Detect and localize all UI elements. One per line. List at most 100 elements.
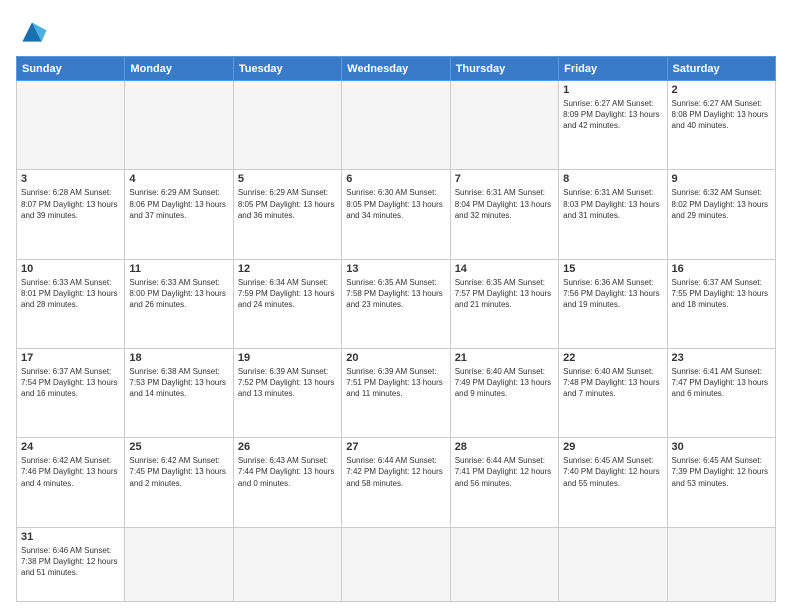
day-info: Sunrise: 6:38 AM Sunset: 7:53 PM Dayligh… xyxy=(129,366,228,400)
calendar-cell xyxy=(559,527,667,601)
calendar-cell: 9Sunrise: 6:32 AM Sunset: 8:02 PM Daylig… xyxy=(667,170,775,259)
calendar-cell xyxy=(17,81,125,170)
calendar-cell xyxy=(233,81,341,170)
calendar-cell: 19Sunrise: 6:39 AM Sunset: 7:52 PM Dayli… xyxy=(233,348,341,437)
calendar-cell: 3Sunrise: 6:28 AM Sunset: 8:07 PM Daylig… xyxy=(17,170,125,259)
day-number: 10 xyxy=(21,263,120,275)
day-number: 21 xyxy=(455,352,554,364)
day-info: Sunrise: 6:39 AM Sunset: 7:52 PM Dayligh… xyxy=(238,366,337,400)
weekday-header-sunday: Sunday xyxy=(17,57,125,81)
day-number: 1 xyxy=(563,84,662,96)
day-info: Sunrise: 6:27 AM Sunset: 8:09 PM Dayligh… xyxy=(563,98,662,132)
calendar-cell: 7Sunrise: 6:31 AM Sunset: 8:04 PM Daylig… xyxy=(450,170,558,259)
day-number: 26 xyxy=(238,441,337,453)
day-number: 24 xyxy=(21,441,120,453)
day-number: 31 xyxy=(21,531,120,543)
day-info: Sunrise: 6:29 AM Sunset: 8:05 PM Dayligh… xyxy=(238,187,337,221)
day-number: 5 xyxy=(238,173,337,185)
calendar-cell xyxy=(125,527,233,601)
weekday-header-monday: Monday xyxy=(125,57,233,81)
day-number: 12 xyxy=(238,263,337,275)
calendar-cell: 1 Sunrise: 6:27 AM Sunset: 8:09 PM Daylig… xyxy=(559,81,667,170)
weekday-header-wednesday: Wednesday xyxy=(342,57,450,81)
day-info: Sunrise: 6:40 AM Sunset: 7:49 PM Dayligh… xyxy=(455,366,554,400)
calendar-cell: 18Sunrise: 6:38 AM Sunset: 7:53 PM Dayli… xyxy=(125,348,233,437)
calendar-cell xyxy=(125,81,233,170)
day-number: 17 xyxy=(21,352,120,364)
calendar-cell xyxy=(667,527,775,601)
day-number: 27 xyxy=(346,441,445,453)
day-number: 30 xyxy=(672,441,771,453)
calendar-cell: 21 Sunrise: 6:40 AM Sunset: 7:49 PM Dayli… xyxy=(450,348,558,437)
page: SundayMondayTuesdayWednesdayThursdayFrid… xyxy=(0,0,792,612)
calendar-cell: 2 Sunrise: 6:27 AM Sunset: 8:08 PM Daylig… xyxy=(667,81,775,170)
day-info: Sunrise: 6:42 AM Sunset: 7:46 PM Dayligh… xyxy=(21,455,120,489)
day-info: Sunrise: 6:30 AM Sunset: 8:05 PM Dayligh… xyxy=(346,187,445,221)
week-row-0: 1 Sunrise: 6:27 AM Sunset: 8:09 PM Daylig… xyxy=(17,81,776,170)
calendar-cell: 14 Sunrise: 6:35 AM Sunset: 7:57 PM Dayli… xyxy=(450,259,558,348)
day-info: Sunrise: 6:45 AM Sunset: 7:39 PM Dayligh… xyxy=(672,455,771,489)
calendar-cell: 11Sunrise: 6:33 AM Sunset: 8:00 PM Dayli… xyxy=(125,259,233,348)
day-info: Sunrise: 6:40 AM Sunset: 7:48 PM Dayligh… xyxy=(563,366,662,400)
calendar-cell: 4Sunrise: 6:29 AM Sunset: 8:06 PM Daylig… xyxy=(125,170,233,259)
day-number: 6 xyxy=(346,173,445,185)
week-row-3: 17Sunrise: 6:37 AM Sunset: 7:54 PM Dayli… xyxy=(17,348,776,437)
day-number: 2 xyxy=(672,84,771,96)
day-number: 28 xyxy=(455,441,554,453)
day-number: 11 xyxy=(129,263,228,275)
calendar-cell: 27Sunrise: 6:44 AM Sunset: 7:42 PM Dayli… xyxy=(342,438,450,527)
calendar-cell: 6 Sunrise: 6:30 AM Sunset: 8:05 PM Daylig… xyxy=(342,170,450,259)
calendar-cell: 13 Sunrise: 6:35 AM Sunset: 7:58 PM Dayli… xyxy=(342,259,450,348)
day-info: Sunrise: 6:37 AM Sunset: 7:55 PM Dayligh… xyxy=(672,277,771,311)
day-info: Sunrise: 6:31 AM Sunset: 8:03 PM Dayligh… xyxy=(563,187,662,221)
calendar-cell xyxy=(342,81,450,170)
week-row-4: 24 Sunrise: 6:42 AM Sunset: 7:46 PM Dayli… xyxy=(17,438,776,527)
calendar-cell: 31Sunrise: 6:46 AM Sunset: 7:38 PM Dayli… xyxy=(17,527,125,601)
day-number: 9 xyxy=(672,173,771,185)
generalblue-logo-icon xyxy=(16,16,48,48)
day-info: Sunrise: 6:31 AM Sunset: 8:04 PM Dayligh… xyxy=(455,187,554,221)
day-number: 13 xyxy=(346,263,445,275)
weekday-header-thursday: Thursday xyxy=(450,57,558,81)
day-info: Sunrise: 6:27 AM Sunset: 8:08 PM Dayligh… xyxy=(672,98,771,132)
weekday-header-friday: Friday xyxy=(559,57,667,81)
day-info: Sunrise: 6:45 AM Sunset: 7:40 PM Dayligh… xyxy=(563,455,662,489)
calendar-cell xyxy=(233,527,341,601)
day-number: 3 xyxy=(21,173,120,185)
calendar-cell: 5 Sunrise: 6:29 AM Sunset: 8:05 PM Daylig… xyxy=(233,170,341,259)
day-number: 15 xyxy=(563,263,662,275)
calendar-cell: 23 Sunrise: 6:41 AM Sunset: 7:47 PM Dayli… xyxy=(667,348,775,437)
calendar-cell: 29Sunrise: 6:45 AM Sunset: 7:40 PM Dayli… xyxy=(559,438,667,527)
day-number: 14 xyxy=(455,263,554,275)
calendar-cell: 22 Sunrise: 6:40 AM Sunset: 7:48 PM Dayli… xyxy=(559,348,667,437)
calendar-cell: 20Sunrise: 6:39 AM Sunset: 7:51 PM Dayli… xyxy=(342,348,450,437)
day-number: 23 xyxy=(672,352,771,364)
day-info: Sunrise: 6:33 AM Sunset: 8:01 PM Dayligh… xyxy=(21,277,120,311)
day-info: Sunrise: 6:29 AM Sunset: 8:06 PM Dayligh… xyxy=(129,187,228,221)
day-info: Sunrise: 6:36 AM Sunset: 7:56 PM Dayligh… xyxy=(563,277,662,311)
calendar-cell: 28 Sunrise: 6:44 AM Sunset: 7:41 PM Dayli… xyxy=(450,438,558,527)
day-number: 22 xyxy=(563,352,662,364)
day-info: Sunrise: 6:41 AM Sunset: 7:47 PM Dayligh… xyxy=(672,366,771,400)
day-info: Sunrise: 6:34 AM Sunset: 7:59 PM Dayligh… xyxy=(238,277,337,311)
week-row-1: 3Sunrise: 6:28 AM Sunset: 8:07 PM Daylig… xyxy=(17,170,776,259)
week-row-2: 10 Sunrise: 6:33 AM Sunset: 8:01 PM Dayli… xyxy=(17,259,776,348)
calendar-table: SundayMondayTuesdayWednesdayThursdayFrid… xyxy=(16,56,776,602)
day-number: 25 xyxy=(129,441,228,453)
calendar-cell xyxy=(450,527,558,601)
weekday-header-row: SundayMondayTuesdayWednesdayThursdayFrid… xyxy=(17,57,776,81)
calendar-cell: 26 Sunrise: 6:43 AM Sunset: 7:44 PM Dayli… xyxy=(233,438,341,527)
day-info: Sunrise: 6:35 AM Sunset: 7:57 PM Dayligh… xyxy=(455,277,554,311)
day-info: Sunrise: 6:35 AM Sunset: 7:58 PM Dayligh… xyxy=(346,277,445,311)
day-number: 8 xyxy=(563,173,662,185)
calendar-cell: 16Sunrise: 6:37 AM Sunset: 7:55 PM Dayli… xyxy=(667,259,775,348)
day-info: Sunrise: 6:39 AM Sunset: 7:51 PM Dayligh… xyxy=(346,366,445,400)
calendar-cell: 15 Sunrise: 6:36 AM Sunset: 7:56 PM Dayli… xyxy=(559,259,667,348)
day-info: Sunrise: 6:43 AM Sunset: 7:44 PM Dayligh… xyxy=(238,455,337,489)
calendar-cell: 12 Sunrise: 6:34 AM Sunset: 7:59 PM Dayli… xyxy=(233,259,341,348)
header xyxy=(16,16,776,48)
calendar-cell xyxy=(450,81,558,170)
calendar-cell: 10 Sunrise: 6:33 AM Sunset: 8:01 PM Dayli… xyxy=(17,259,125,348)
calendar-cell: 30 Sunrise: 6:45 AM Sunset: 7:39 PM Dayli… xyxy=(667,438,775,527)
day-info: Sunrise: 6:44 AM Sunset: 7:41 PM Dayligh… xyxy=(455,455,554,489)
